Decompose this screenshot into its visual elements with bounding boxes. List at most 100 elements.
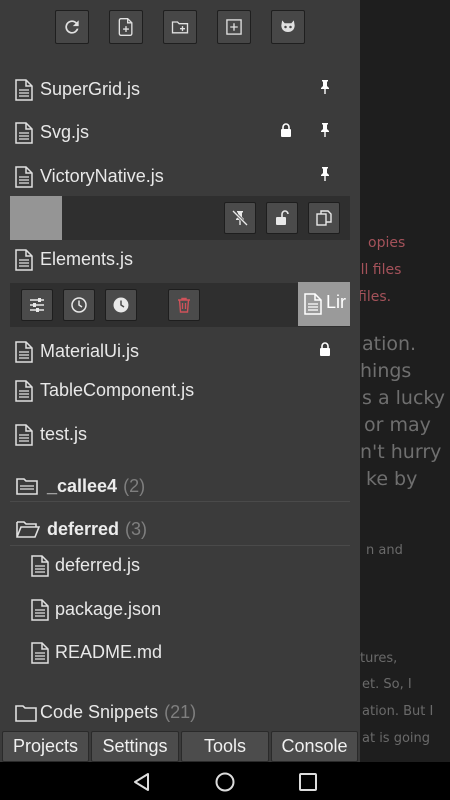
folder-count: (3): [125, 519, 148, 539]
file-name: README.md: [55, 642, 163, 662]
editor-text: ke by: [366, 468, 418, 490]
folder-label-text: _callee4: [47, 476, 118, 496]
divider: [10, 501, 350, 502]
file-icon: [31, 599, 49, 621]
folder-row-deferred[interactable]: deferred (3): [0, 510, 360, 550]
file-row[interactable]: VictoryNative.js: [0, 157, 360, 197]
folder-row-code-snippets[interactable]: Code Snippets (21): [0, 693, 360, 733]
file-icon: [15, 79, 33, 101]
drawer-toolbar: [0, 10, 360, 46]
file-row[interactable]: package.json: [0, 590, 360, 630]
folder-open-icon: [16, 521, 40, 538]
file-row[interactable]: README.md: [0, 633, 360, 673]
editor-text: s a lucky: [362, 387, 445, 409]
folder-name: deferred (3): [47, 519, 147, 540]
file-row[interactable]: deferred.js: [0, 546, 360, 586]
editor-text: ation. But I: [362, 704, 434, 719]
unlock-button[interactable]: [266, 202, 298, 234]
folder-name: Code Snippets (21): [40, 702, 196, 723]
editor-text: ation.: [362, 333, 417, 355]
pin-icon[interactable]: [318, 79, 332, 95]
delete-button[interactable]: [168, 289, 200, 321]
folder-count: (21): [164, 702, 197, 722]
file-row[interactable]: Elements.js: [0, 240, 360, 280]
lock-icon[interactable]: [318, 341, 332, 357]
editor-text: n't hurry: [360, 441, 442, 463]
file-name: SuperGrid.js: [40, 79, 141, 99]
unlock-icon: [276, 210, 289, 225]
folder-closed-icon: [16, 478, 38, 495]
new-folder-button[interactable]: [163, 10, 197, 44]
drag-ghost-file[interactable]: Lir: [298, 282, 350, 326]
pin-icon[interactable]: [318, 166, 332, 182]
file-row[interactable]: SuperGrid.js: [0, 70, 360, 110]
file-actions-strip: [10, 196, 350, 240]
folder-label-text: Code Snippets: [40, 702, 159, 722]
folder-label-text: deferred: [47, 519, 120, 539]
file-name: Elements.js: [40, 249, 134, 269]
file-name: test.js: [40, 424, 88, 444]
file-icon: [15, 166, 33, 188]
github-button[interactable]: [271, 10, 305, 44]
file-icon: [15, 341, 33, 363]
editor-text: hings: [360, 360, 412, 382]
unpin-button[interactable]: [224, 202, 256, 234]
new-file-button[interactable]: [109, 10, 143, 44]
file-drawer: SuperGrid.js Svg.js VictoryNative.js Ele…: [0, 0, 360, 762]
file-name: VictoryNative.js: [40, 166, 164, 186]
pin-icon[interactable]: [318, 122, 332, 138]
file-row[interactable]: MaterialUi.js: [0, 332, 360, 372]
file-row[interactable]: test.js: [0, 415, 360, 455]
file-row[interactable]: TableComponent.js: [0, 371, 360, 411]
file-icon: [15, 249, 33, 271]
file-row[interactable]: Svg.js: [0, 113, 360, 153]
file-name: package.json: [55, 599, 162, 619]
unpin-icon: [231, 209, 249, 227]
editor-text: opies: [368, 235, 406, 251]
history-icon: [71, 297, 87, 313]
copy-button[interactable]: [308, 202, 340, 234]
file-icon: [15, 424, 33, 446]
new-folder-icon: [171, 21, 189, 34]
file-icon: [304, 293, 322, 315]
new-file-icon: [118, 18, 133, 36]
tab-console[interactable]: Console: [271, 731, 358, 762]
tab-tools[interactable]: Tools: [181, 731, 269, 762]
settings-sliders-icon: [30, 298, 44, 312]
file-name: TableComponent.js: [40, 380, 195, 400]
folder-count: (2): [123, 476, 146, 496]
back-icon[interactable]: [131, 771, 153, 793]
refresh-icon: [65, 20, 79, 34]
editor-text: tures,: [360, 651, 398, 666]
drag-placeholder: [10, 196, 62, 240]
recents-icon[interactable]: [297, 771, 319, 793]
file-name: Svg.js: [40, 122, 90, 142]
add-box-button[interactable]: [217, 10, 251, 44]
editor-text: files.: [358, 289, 392, 305]
file-name: MaterialUi.js: [40, 341, 140, 361]
editor-text: et. So, I: [362, 677, 412, 692]
github-icon: [281, 20, 295, 32]
editor-text: n and: [366, 543, 403, 558]
copy-icon: [316, 210, 332, 226]
file-icon: [31, 642, 49, 664]
editor-text: or may: [364, 414, 431, 436]
settings-button[interactable]: [21, 289, 53, 321]
drag-ghost-label: Lir: [326, 292, 347, 312]
system-nav-bar: [0, 762, 450, 800]
add-box-icon: [226, 19, 242, 35]
lock-icon[interactable]: [279, 122, 293, 138]
editor-text: at is going: [362, 731, 431, 746]
clock-button[interactable]: [105, 289, 137, 321]
tab-settings[interactable]: Settings: [91, 731, 179, 762]
refresh-button[interactable]: [55, 10, 89, 44]
file-icon: [31, 555, 49, 577]
home-icon[interactable]: [214, 771, 236, 793]
history-button[interactable]: [63, 289, 95, 321]
delete-icon: [178, 297, 190, 313]
folder-name: _callee4 (2): [47, 476, 145, 497]
bottom-tab-bar: Projects Settings Tools Console: [0, 729, 360, 762]
tab-projects[interactable]: Projects: [2, 731, 89, 762]
file-icon: [15, 122, 33, 144]
folder-icon: [15, 705, 37, 722]
